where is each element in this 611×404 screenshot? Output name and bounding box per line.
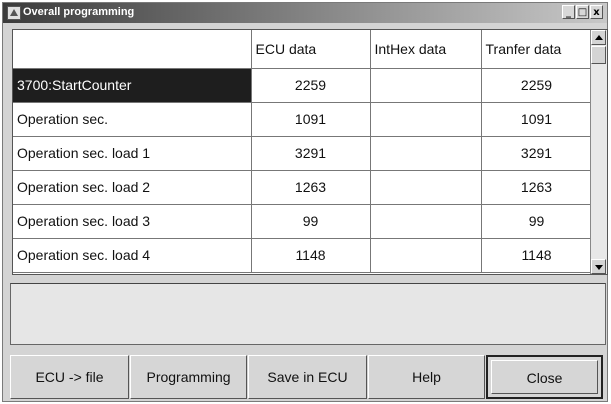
transfer-data-cell[interactable]: 1148 (481, 238, 593, 273)
button-bar: ECU -> file Programming Save in ECU Help… (10, 355, 606, 399)
close-button-label: Close (491, 360, 598, 394)
scroll-down-arrow-icon[interactable] (591, 259, 606, 274)
column-header-inthex-data[interactable]: IntHex data (370, 30, 482, 69)
ecu-to-file-button[interactable]: ECU -> file (10, 355, 129, 399)
ecu-data-cell[interactable]: 1091 (251, 102, 371, 137)
ecu-data-cell[interactable]: 2259 (251, 68, 371, 103)
table-row[interactable]: Operation sec. load 1 3291 3291 (13, 136, 593, 171)
row-label[interactable]: Operation sec. load 1 (13, 136, 252, 171)
row-label[interactable]: Operation sec. load 3 (13, 204, 252, 239)
scroll-up-arrow-icon[interactable] (591, 30, 606, 45)
table-row[interactable]: Operation sec. load 4 1148 1148 (13, 238, 593, 273)
transfer-data-cell[interactable]: 1091 (481, 102, 593, 137)
inthex-data-cell[interactable] (370, 136, 482, 171)
row-label[interactable]: Operation sec. load 4 (13, 238, 252, 273)
row-label[interactable]: Operation sec. load 2 (13, 170, 252, 205)
inthex-data-cell[interactable] (370, 170, 482, 205)
table-row[interactable]: Operation sec. load 2 1263 1263 (13, 170, 593, 205)
help-button[interactable]: Help (368, 355, 485, 399)
minimize-button[interactable]: _ (562, 5, 575, 19)
header-row: ECU data IntHex data Tranfer data (13, 30, 593, 69)
row-label[interactable]: 3700:StartCounter (13, 68, 252, 103)
inthex-data-cell[interactable] (370, 68, 482, 103)
data-grid[interactable]: ECU data IntHex data Tranfer data 3700:S… (12, 29, 608, 275)
ecu-data-cell[interactable]: 1148 (251, 238, 371, 273)
column-header-ecu-data[interactable]: ECU data (251, 30, 371, 69)
programming-button[interactable]: Programming (130, 355, 247, 399)
column-header-transfer-data[interactable]: Tranfer data (481, 30, 593, 69)
maximize-button[interactable]: □ (576, 5, 589, 19)
data-table: ECU data IntHex data Tranfer data 3700:S… (13, 30, 593, 273)
inthex-data-cell[interactable] (370, 204, 482, 239)
inthex-data-cell[interactable] (370, 238, 482, 273)
scrollbar-thumb[interactable] (591, 46, 606, 64)
message-panel (10, 283, 606, 345)
transfer-data-cell[interactable]: 3291 (481, 136, 593, 171)
ecu-data-cell[interactable]: 3291 (251, 136, 371, 171)
header-corner (13, 30, 252, 69)
table-row[interactable]: Operation sec. load 3 99 99 (13, 204, 593, 239)
window-controls: _ □ x (561, 5, 603, 19)
ecu-data-cell[interactable]: 99 (251, 204, 371, 239)
ecu-data-cell[interactable]: 1263 (251, 170, 371, 205)
inthex-data-cell[interactable] (370, 102, 482, 137)
app-icon (7, 6, 21, 20)
title-bar[interactable]: Overall programming _ □ x (3, 3, 607, 23)
vertical-scrollbar[interactable] (590, 30, 607, 274)
save-in-ecu-button[interactable]: Save in ECU (248, 355, 367, 399)
table-row[interactable]: Operation sec. 1091 1091 (13, 102, 593, 137)
close-button[interactable]: Close (486, 355, 603, 399)
close-window-button[interactable]: x (590, 5, 603, 19)
row-label[interactable]: Operation sec. (13, 102, 252, 137)
table-row[interactable]: 3700:StartCounter 2259 2259 (13, 68, 593, 103)
transfer-data-cell[interactable]: 99 (481, 204, 593, 239)
transfer-data-cell[interactable]: 1263 (481, 170, 593, 205)
transfer-data-cell[interactable]: 2259 (481, 68, 593, 103)
window-title: Overall programming (23, 6, 135, 18)
